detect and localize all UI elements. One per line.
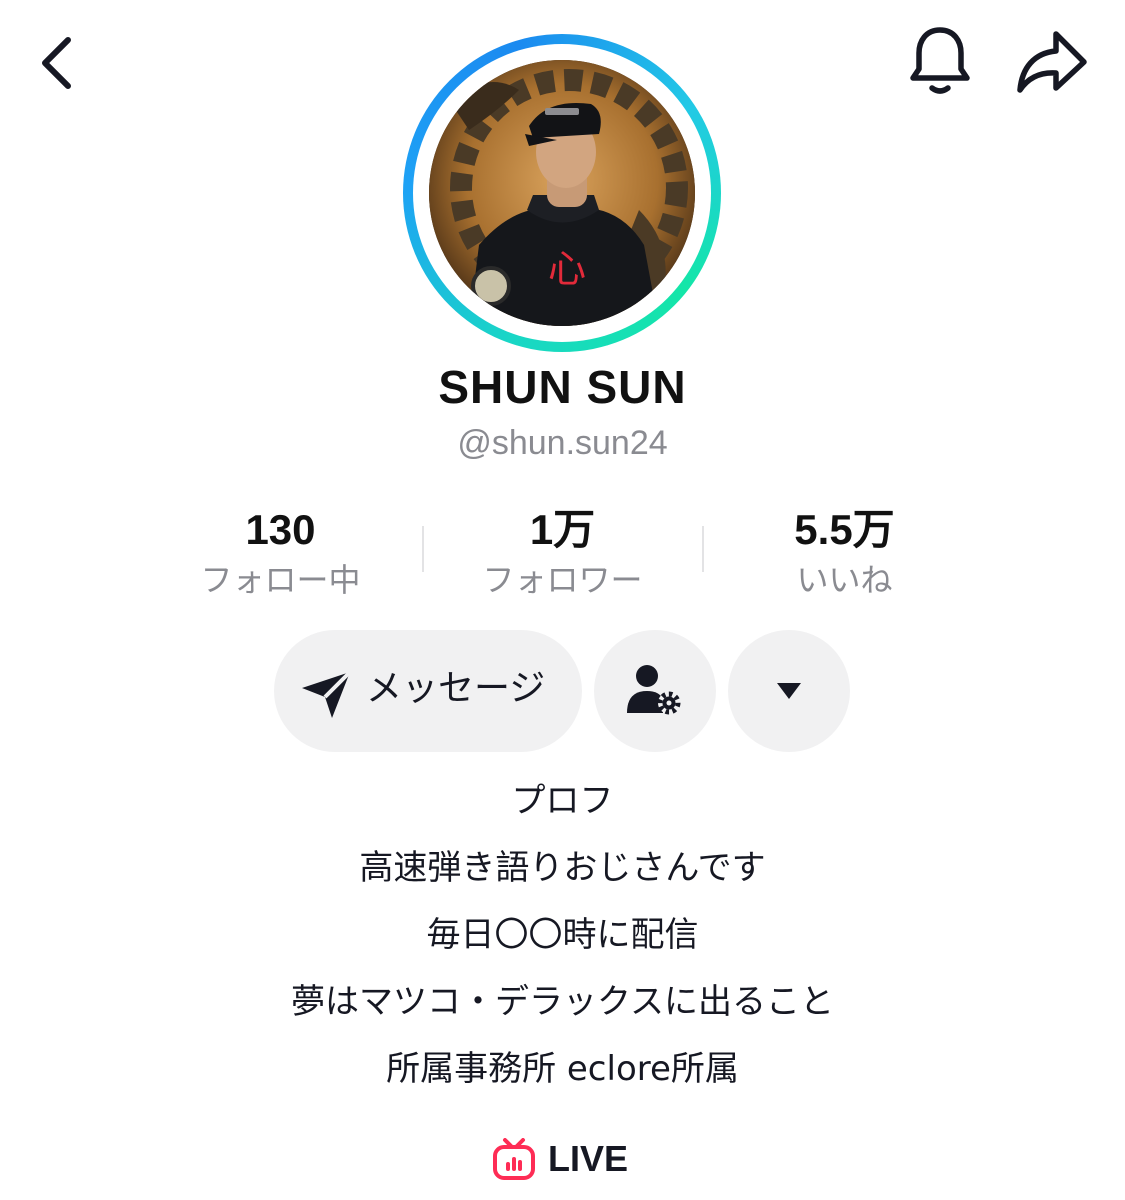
live-tv-icon xyxy=(492,1138,536,1180)
stat-label: フォロー中 xyxy=(200,561,361,599)
friend-settings-button[interactable] xyxy=(594,630,716,752)
more-options-button[interactable] xyxy=(728,630,850,752)
live-label: LIVE xyxy=(548,1138,629,1179)
caret-down-icon xyxy=(775,680,803,702)
message-button-label: メッセージ xyxy=(366,668,546,709)
stat-following[interactable]: 130 フォロー中 xyxy=(140,502,421,602)
share-arrow-icon[interactable] xyxy=(1012,24,1092,100)
stat-label: フォロワー xyxy=(482,561,643,599)
live-link[interactable]: LIVE xyxy=(492,1134,642,1184)
stat-followers[interactable]: 1万 フォロワー xyxy=(422,502,703,602)
username-handle: @shun.sun24 xyxy=(457,424,668,462)
stat-label: いいね xyxy=(796,561,893,599)
stat-value: 130 xyxy=(245,506,316,553)
bell-icon[interactable] xyxy=(902,22,978,102)
send-icon xyxy=(298,666,354,722)
avatar[interactable]: 心 xyxy=(429,60,695,326)
stat-value: 5.5万 xyxy=(794,506,895,553)
stat-value: 1万 xyxy=(529,506,596,553)
bio-line: プロフ xyxy=(511,781,614,821)
bio-line: 毎日〇〇時に配信 xyxy=(426,915,699,955)
user-settings-icon xyxy=(625,663,685,719)
bio-line: 夢はマツコ・デラックスに出ること xyxy=(291,982,834,1022)
avatar-story-ring[interactable]: 心 xyxy=(403,34,721,352)
avatar-emblem: 心 xyxy=(548,247,586,291)
profile-actions: メッセージ xyxy=(0,630,1125,754)
profile-stats: 130 フォロー中 1万 フォロワー 5.5万 いいね xyxy=(140,502,985,612)
bio-line: 高速弾き語りおじさんです xyxy=(359,848,766,888)
profile-bio: プロフ 高速弾き語りおじさんです 毎日〇〇時に配信 夢はマツコ・デラックスに出る… xyxy=(0,772,1125,1107)
bio-line: 所属事務所 eclore所属 xyxy=(386,1049,739,1089)
stat-likes[interactable]: 5.5万 いいね xyxy=(704,502,985,602)
message-button[interactable]: メッセージ xyxy=(274,630,582,752)
display-name: SHUN SUN xyxy=(438,361,687,413)
chevron-left-icon[interactable] xyxy=(28,28,88,98)
